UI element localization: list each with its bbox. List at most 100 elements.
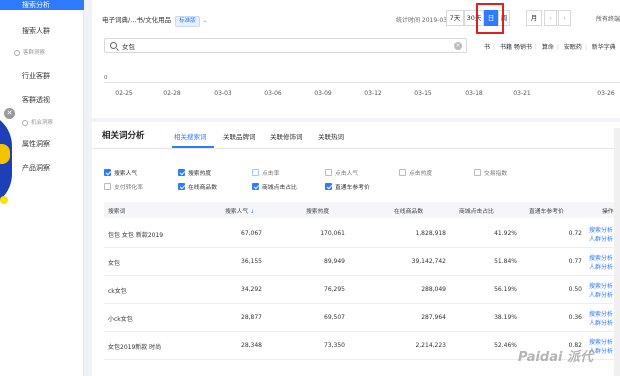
- cell-term: 女包: [108, 260, 121, 267]
- tab-hot-words[interactable]: 关联热词: [318, 131, 344, 141]
- period-7d-button[interactable]: 7天: [446, 10, 464, 26]
- metric-checkbox[interactable]: 支付转化率: [104, 182, 143, 191]
- cell-search-heat: 89,949: [324, 258, 345, 265]
- cell-ztc-price: 0.50: [568, 286, 582, 293]
- y-axis-zero: 0: [104, 75, 108, 81]
- trend-card: 电子词典/...书/文化用品 标准版 ⌄ 统计时间 2019-03-26 7天 30…: [92, 0, 620, 118]
- x-tick-label: 03-26: [597, 90, 615, 97]
- close-icon[interactable]: ✕: [4, 108, 15, 119]
- cell-search-pop: 67,067: [241, 230, 262, 237]
- sidebar-group-opportunity: 机会洞察: [22, 118, 53, 126]
- search-icon: [110, 42, 117, 49]
- cell-mall-click: 51.84%: [494, 258, 517, 265]
- category-link[interactable]: 书: [484, 44, 490, 51]
- crowd-analysis-link[interactable]: 人群分析: [589, 234, 613, 243]
- cell-online-items: 287,964: [421, 314, 446, 321]
- x-tick-label: 03-15: [414, 90, 432, 97]
- category-link[interactable]: 书籍 畅销书: [500, 44, 532, 51]
- clear-icon[interactable]: ×: [454, 42, 462, 50]
- chevron-down-icon[interactable]: ⌄: [203, 17, 208, 24]
- cell-search-heat: 69,507: [324, 314, 345, 321]
- cell-mall-click: 41.92%: [494, 230, 517, 237]
- search-value: 女包: [122, 43, 135, 51]
- x-tick-label: 03-06: [264, 90, 282, 97]
- cell-search-heat: 170,061: [320, 230, 345, 237]
- search-analysis-link[interactable]: 搜索分析: [589, 225, 613, 234]
- scrollbar[interactable]: [614, 128, 620, 376]
- col-actions: 操作: [602, 209, 614, 215]
- cell-search-heat: 73,350: [324, 342, 345, 349]
- chevron-left-icon[interactable]: ‹: [544, 10, 557, 26]
- cell-search-pop: 28,877: [241, 314, 262, 321]
- metric-checkbox[interactable]: 点击热度: [399, 168, 432, 177]
- cell-online-items: 39,142,742: [411, 258, 446, 265]
- search-input[interactable]: 女包 ×: [104, 38, 467, 53]
- checkbox-empty-icon[interactable]: [252, 169, 259, 176]
- divider: [92, 148, 620, 149]
- col-mall-click: 商城点击占比: [459, 209, 494, 215]
- sidebar-item-search-analysis[interactable]: 搜索分析: [0, 0, 84, 10]
- cell-ztc-price: 0.36: [568, 314, 582, 321]
- crowd-analysis-link[interactable]: 人群分析: [589, 262, 613, 271]
- search-analysis-link[interactable]: 搜索分析: [589, 281, 613, 290]
- sort-desc-icon[interactable]: ↓: [250, 209, 254, 215]
- sidebar-item-crowd-perspective[interactable]: 客群透视: [0, 95, 84, 105]
- tab-related-search[interactable]: 相关搜索词: [174, 131, 207, 141]
- sidebar-item-product-insight[interactable]: 产品洞察: [0, 163, 84, 173]
- cell-term: 包包 女包 新款2019: [108, 232, 164, 239]
- category-link[interactable]: 算命: [542, 44, 554, 51]
- crowd-analysis-link[interactable]: 人群分析: [589, 290, 613, 299]
- search-analysis-link[interactable]: 搜索分析: [589, 253, 613, 262]
- metric-checkbox[interactable]: 搜索热度: [178, 168, 211, 177]
- tab-brand-words[interactable]: 关联品牌词: [223, 131, 256, 141]
- x-tick-label: 03-03: [214, 90, 232, 97]
- metric-checkbox[interactable]: 点击人气: [325, 168, 358, 177]
- cell-ztc-price: 0.77: [568, 258, 582, 265]
- category-link[interactable]: 新华字典: [592, 44, 616, 51]
- breadcrumb[interactable]: 电子词典/...书/文化用品 标准版 ⌄: [102, 14, 208, 27]
- cell-term: ck女包: [108, 288, 127, 295]
- checkbox-checked-icon[interactable]: [178, 183, 185, 190]
- col-search-pop[interactable]: 搜索人气 ↓: [225, 206, 254, 215]
- col-ztc-price: 直通车参考价: [529, 209, 564, 215]
- cell-search-pop: 28,348: [241, 342, 262, 349]
- metric-checkbox[interactable]: 在线商品数: [178, 182, 217, 191]
- highlight-box: [476, 3, 504, 34]
- checkbox-checked-icon[interactable]: [252, 183, 259, 190]
- terminal-select[interactable]: 所有终端: [596, 14, 620, 23]
- cell-mall-click: 52.46%: [494, 342, 517, 349]
- sidebar-item-search-crowd[interactable]: 搜索人群: [0, 26, 84, 36]
- metric-checkbox[interactable]: 直通车参考价: [325, 182, 370, 191]
- section-title: 相关词分析: [102, 131, 145, 141]
- crowd-analysis-link[interactable]: 人群分析: [589, 318, 613, 327]
- cell-mall-click: 38.19%: [494, 314, 517, 321]
- sidebar-item-industry-crowd[interactable]: 行业客群: [0, 71, 84, 81]
- metric-checkbox[interactable]: 搜索人气: [104, 168, 137, 177]
- related-words-card: 相关词分析 相关搜索词 关联品牌词 关联修饰词 关联热词 搜索人气 搜索热度 点击率…: [92, 122, 620, 376]
- period-month-button[interactable]: 月: [526, 10, 542, 26]
- metric-checkbox[interactable]: 交易指数: [474, 168, 507, 177]
- sidebar-item-attribute-insight[interactable]: 属性洞察: [0, 139, 84, 149]
- cell-online-items: 288,049: [421, 286, 446, 293]
- search-analysis-link[interactable]: 搜索分析: [589, 337, 613, 346]
- checkbox-checked-icon[interactable]: [178, 169, 185, 176]
- checkbox-empty-icon[interactable]: [474, 169, 481, 176]
- cell-search-pop: 34,292: [241, 286, 262, 293]
- group-icon: [14, 49, 20, 56]
- checkbox-checked-icon[interactable]: [104, 169, 111, 176]
- main-content: 电子词典/...书/文化用品 标准版 ⌄ 统计时间 2019-03-26 7天 30…: [92, 0, 620, 376]
- cell-ztc-price: 0.72: [568, 230, 582, 237]
- search-analysis-link[interactable]: 搜索分析: [589, 309, 613, 318]
- cell-term: 女包2019新款 时尚: [108, 344, 162, 351]
- cell-search-pop: 36,155: [241, 258, 262, 265]
- chevron-right-icon[interactable]: ›: [558, 10, 571, 26]
- metric-checkbox[interactable]: 商城点击占比: [252, 182, 297, 191]
- checkbox-empty-icon[interactable]: [104, 183, 111, 190]
- table-row: [104, 276, 620, 304]
- tab-modifier-words[interactable]: 关联修饰词: [270, 131, 303, 141]
- checkbox-checked-icon[interactable]: [325, 183, 332, 190]
- category-link[interactable]: 安眠药: [564, 44, 582, 51]
- checkbox-empty-icon[interactable]: [399, 169, 406, 176]
- metric-checkbox[interactable]: 点击率: [252, 168, 279, 177]
- checkbox-empty-icon[interactable]: [325, 169, 332, 176]
